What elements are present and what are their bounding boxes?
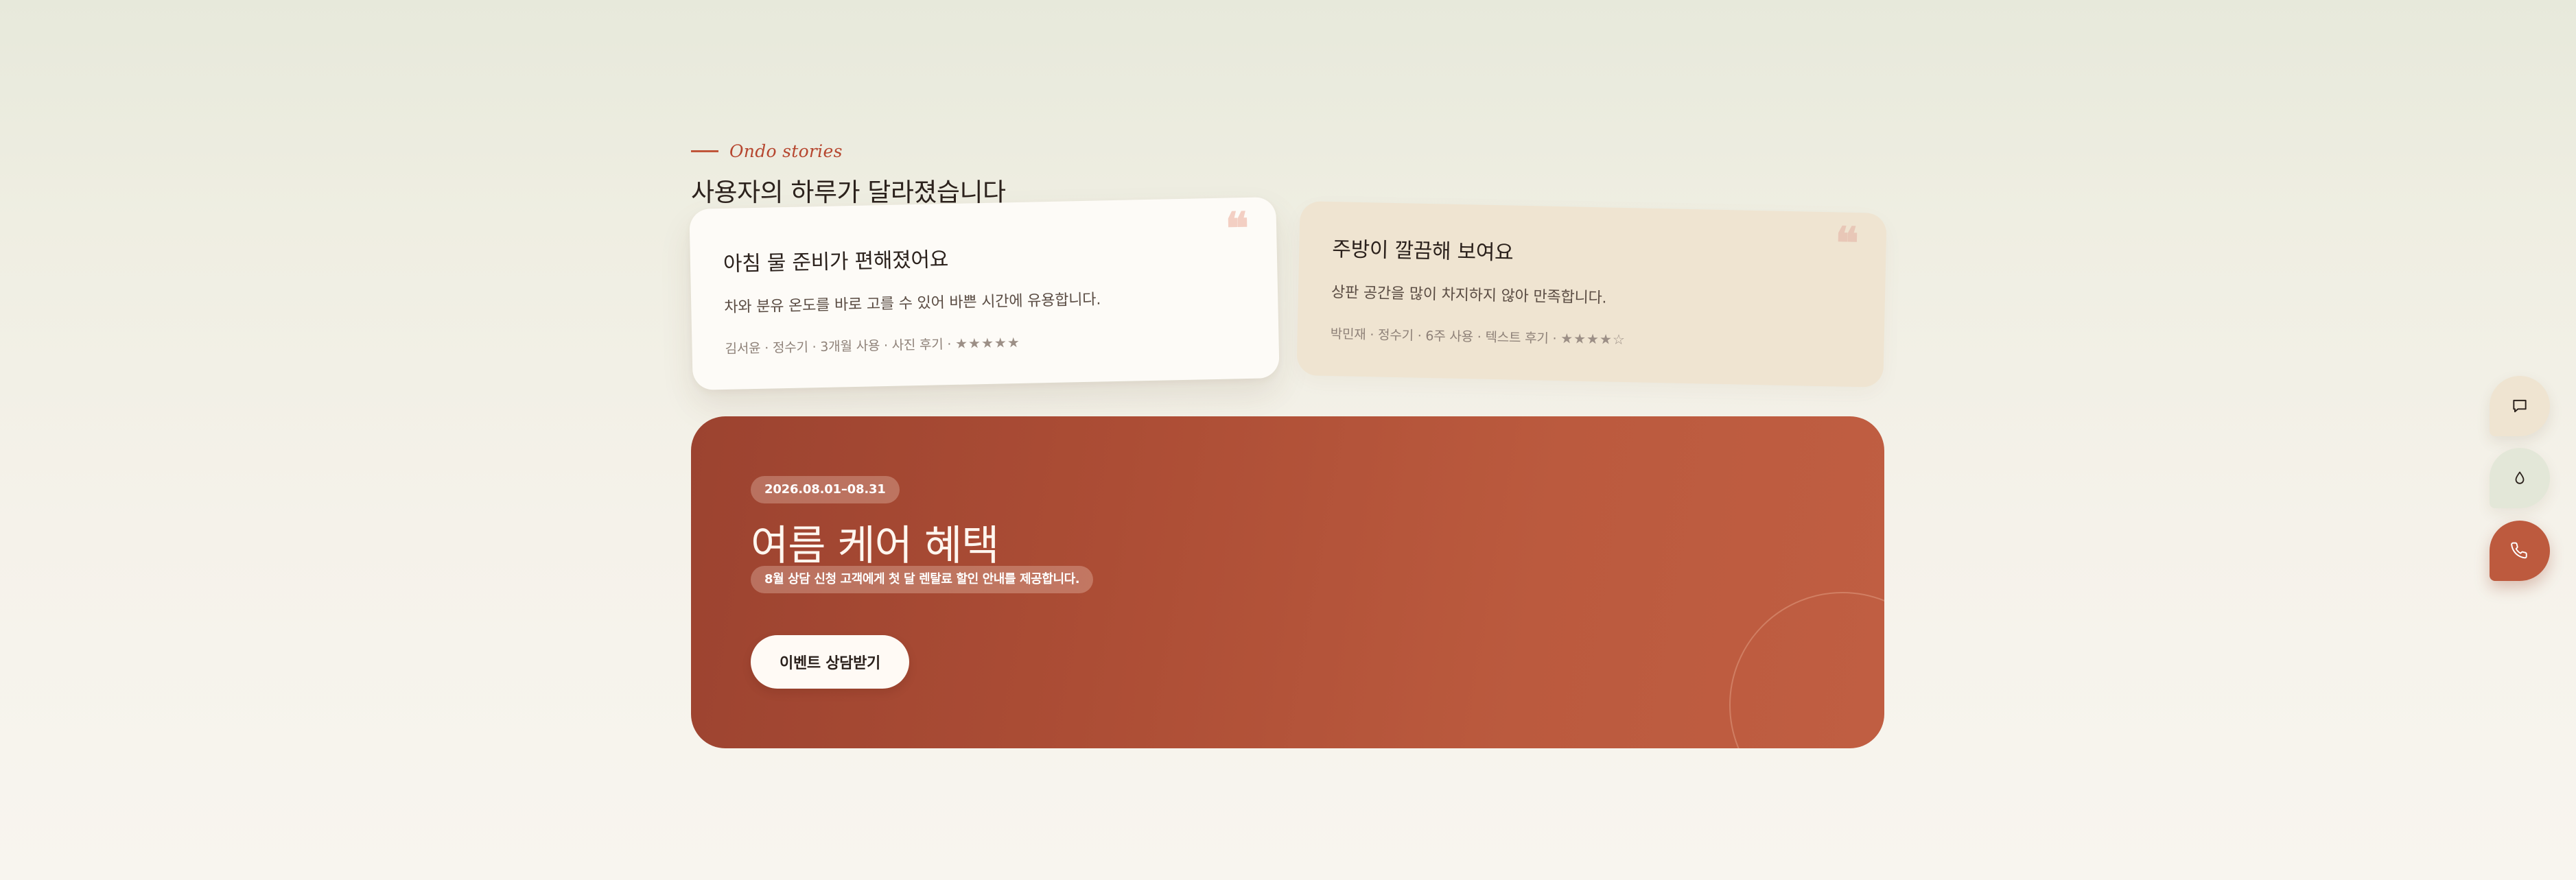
promo-date-badge: 2026.08.01–08.31: [751, 476, 900, 503]
promo-banner: 2026.08.01–08.31 여름 케어 혜택 8월 상담 신청 고객에게 …: [691, 416, 1884, 748]
review-card: ❝ 아침 물 준비가 편해졌어요 차와 분유 온도를 바로 고를 수 있어 바쁜…: [689, 197, 1280, 390]
review-title: 주방이 깔끔해 보여요: [1331, 237, 1514, 265]
water-drop-button[interactable]: [2490, 448, 2550, 508]
chat-icon: [2511, 397, 2529, 415]
decorative-ring: [1729, 592, 1884, 748]
promo-description: 8월 상담 신청 고객에게 첫 달 렌탈료 할인 안내를 제공합니다.: [751, 566, 1094, 593]
water-drop-icon: [2511, 469, 2528, 487]
phone-icon: [2511, 542, 2529, 560]
star-rating: ★★★★☆: [1560, 330, 1626, 348]
review-body: 차와 분유 온도를 바로 고를 수 있어 바쁜 시간에 유용합니다.: [724, 291, 1101, 316]
review-card: ❝ 주방이 깔끔해 보여요 상판 공간을 많이 차지하지 않아 만족합니다. 박…: [1296, 201, 1887, 388]
eyebrow-divider: [691, 150, 718, 152]
star-rating: ★★★★★: [955, 333, 1020, 352]
review-meta-text: 김서윤 · 정수기 · 3개월 사용 · 사진 후기 ·: [725, 336, 956, 357]
quote-icon: ❝: [1224, 202, 1250, 255]
review-meta-text: 박민재 · 정수기 · 6주 사용 · 텍스트 후기 ·: [1330, 326, 1561, 347]
review-meta: 김서윤 · 정수기 · 3개월 사용 · 사진 후기 · ★★★★★: [725, 328, 1245, 357]
review-body: 상판 공간을 많이 차지하지 않아 만족합니다.: [1331, 284, 1607, 307]
review-meta: 박민재 · 정수기 · 6주 사용 · 텍스트 후기 · ★★★★☆: [1330, 324, 1851, 353]
eyebrow-label: Ondo stories: [729, 141, 843, 161]
review-title: 아침 물 준비가 편해졌어요: [723, 248, 949, 276]
promo-title: 여름 케어 혜택: [751, 522, 999, 570]
section-eyebrow: Ondo stories: [691, 141, 843, 161]
event-consult-button[interactable]: 이벤트 상담받기: [751, 635, 909, 689]
chat-button[interactable]: [2490, 376, 2550, 436]
call-button[interactable]: [2490, 521, 2550, 581]
quote-icon: ❝: [1834, 217, 1860, 270]
